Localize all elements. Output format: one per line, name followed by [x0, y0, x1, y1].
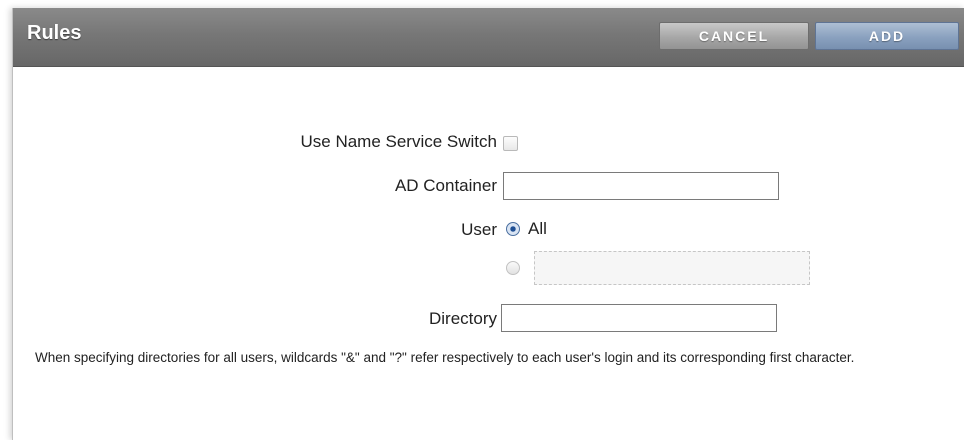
wildcard-note: When specifying directories for all user… — [35, 350, 855, 365]
dialog-titlebar: Rules CANCEL ADD — [13, 8, 964, 67]
dialog-title: Rules — [27, 22, 82, 44]
user-label: User — [461, 220, 497, 239]
add-button[interactable]: ADD — [815, 22, 959, 50]
user-all-radio[interactable] — [506, 222, 520, 236]
rules-dialog: Rules CANCEL ADD Use Name Service Switch… — [12, 8, 964, 440]
user-custom-input[interactable] — [534, 251, 810, 285]
name-service-switch-checkbox[interactable] — [503, 136, 518, 151]
ad-container-input[interactable] — [503, 172, 779, 200]
directory-label: Directory — [428, 309, 497, 328]
user-custom-radio[interactable] — [506, 261, 520, 275]
cancel-button[interactable]: CANCEL — [659, 22, 809, 50]
user-all-label: All — [528, 219, 547, 238]
directory-input[interactable] — [501, 304, 777, 332]
name-service-switch-label: Use Name Service Switch — [300, 132, 497, 151]
ad-container-label: AD Container — [394, 176, 497, 195]
